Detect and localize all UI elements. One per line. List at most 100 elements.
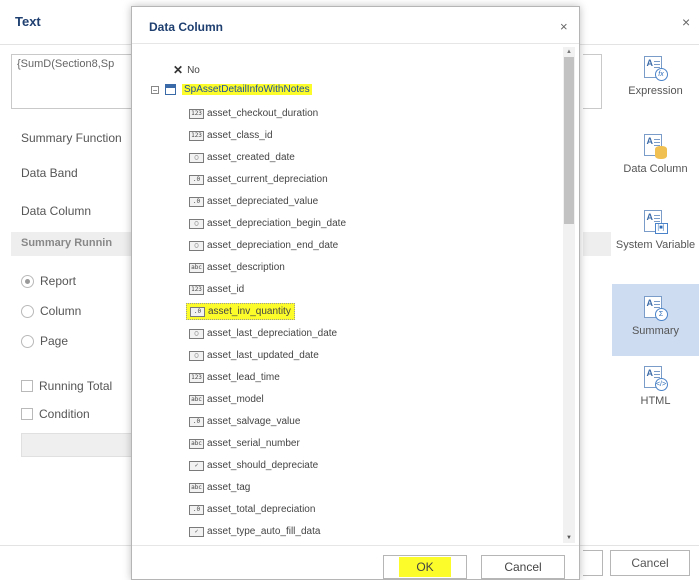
field-item-label: asset_lead_time — [207, 372, 280, 383]
field-item-asset-tag[interactable]: abc asset_tag — [189, 482, 250, 493]
field-item-label: asset_class_id — [207, 130, 273, 141]
field-item-asset-depreciated-value[interactable]: .0 asset_depreciated_value — [189, 196, 318, 207]
date-type-icon: ▢ — [189, 152, 204, 163]
no-x-icon: ✕ — [173, 63, 184, 77]
running-total-label: Running Total — [39, 379, 113, 393]
cancel-button[interactable]: Cancel — [481, 555, 565, 579]
summary-running-section-edge — [583, 232, 611, 256]
condition-checkbox-row[interactable]: Condition — [21, 407, 90, 421]
field-item-label: asset_total_depreciation — [207, 504, 316, 515]
field-item-asset-model[interactable]: abc asset_model — [189, 394, 264, 405]
field-item-label: asset_depreciated_value — [207, 196, 319, 207]
table-icon — [165, 84, 176, 95]
toolbar-expression-label: Expression — [628, 85, 683, 97]
radio-column[interactable]: Column — [21, 304, 81, 318]
tree-scrollbar[interactable]: ▲ ▼ — [563, 47, 575, 543]
text-dialog-cancel-button[interactable]: Cancel — [610, 550, 690, 576]
summary-running-section: Summary Runnin — [11, 232, 138, 256]
field-item-asset-salvage-value[interactable]: .0 asset_salvage_value — [189, 416, 300, 427]
condition-checkbox[interactable] — [21, 408, 33, 420]
radio-column-indicator[interactable] — [21, 304, 34, 318]
str-type-icon: abc — [189, 482, 204, 493]
toolbar-system-variable-label: System Variable — [615, 239, 696, 251]
field-item-asset-class-id[interactable]: 123 asset_class_id — [189, 130, 273, 141]
radio-page-indicator[interactable] — [21, 334, 34, 348]
data-band-label: Data Band — [21, 166, 78, 180]
field-item-asset-inv-quantity[interactable]: .0 asset_inv_quantity — [186, 303, 295, 320]
toolbar-html-label: HTML — [640, 395, 671, 407]
tree-item-no[interactable]: ✕ No — [173, 63, 200, 77]
toolbar-expression[interactable]: A fx Expression — [612, 52, 699, 112]
text-dialog-close-icon[interactable]: × — [682, 14, 690, 30]
scroll-thumb[interactable] — [564, 57, 574, 224]
field-item-label: asset_serial_number — [207, 438, 300, 449]
field-item-label: asset_model — [207, 394, 264, 405]
field-item-label: asset_type_auto_fill_data — [207, 526, 321, 537]
field-item-asset-created-date[interactable]: ▢ asset_created_date — [189, 152, 295, 163]
data-column-dialog-header-divider — [132, 43, 579, 44]
dec-type-icon: .0 — [190, 306, 205, 317]
field-item-label: asset_last_depreciation_date — [207, 328, 338, 339]
field-item-label: asset_current_depreciation — [207, 174, 328, 185]
tree-root-node[interactable]: − SpAssetDetailInfoWithNotes — [151, 84, 312, 95]
dec-type-icon: .0 — [189, 174, 204, 185]
bool-type-icon: ✓ — [189, 526, 204, 537]
field-item-asset-should-depreciate[interactable]: ✓ asset_should_depreciate — [189, 460, 318, 471]
toolbar-data-column-label: Data Column — [623, 163, 688, 175]
expression-textarea[interactable]: {SumD(Section8,Sp — [11, 54, 138, 109]
toolbar-data-column[interactable]: A Data Column — [612, 130, 699, 188]
summary-icon: A Σ — [643, 296, 669, 322]
field-item-asset-depreciation-begin-date[interactable]: ▢ asset_depreciation_begin_date — [189, 218, 346, 229]
date-type-icon: ▢ — [189, 350, 204, 361]
field-item-label: asset_depreciation_begin_date — [207, 218, 346, 229]
radio-page[interactable]: Page — [21, 334, 68, 348]
condition-input[interactable] — [21, 433, 133, 457]
field-item-asset-current-depreciation[interactable]: .0 asset_current_depreciation — [189, 174, 328, 185]
str-type-icon: abc — [189, 394, 204, 405]
expression-textarea-edge — [583, 54, 602, 109]
running-total-checkbox[interactable] — [21, 380, 33, 392]
scroll-up-arrow-icon[interactable]: ▲ — [563, 47, 575, 57]
field-item-label: asset_last_updated_date — [207, 350, 319, 361]
int-type-icon: 123 — [189, 130, 204, 141]
int-type-icon: 123 — [189, 284, 204, 295]
field-item-asset-last-depreciation-date[interactable]: ▢ asset_last_depreciation_date — [189, 328, 337, 339]
str-type-icon: abc — [189, 438, 204, 449]
radio-report[interactable]: Report — [21, 274, 76, 288]
field-item-asset-serial-number[interactable]: abc asset_serial_number — [189, 438, 300, 449]
radio-column-label: Column — [40, 304, 82, 318]
condition-label: Condition — [39, 407, 90, 421]
toolbar-summary[interactable]: A Σ Summary — [612, 284, 699, 356]
collapse-icon[interactable]: − — [151, 85, 159, 94]
field-item-asset-description[interactable]: abc asset_description — [189, 262, 285, 273]
data-column-tree: ✕ No − SpAssetDetailInfoWithNotes 123 ass… — [142, 51, 562, 545]
scroll-down-arrow-icon[interactable]: ▼ — [563, 533, 575, 543]
toolbar-summary-label: Summary — [631, 325, 680, 337]
toolbar-html[interactable]: A </> HTML — [612, 362, 699, 420]
expression-icon: A fx — [643, 56, 669, 82]
radio-page-label: Page — [40, 334, 69, 348]
field-item-asset-depreciation-end-date[interactable]: ▢ asset_depreciation_end_date — [189, 240, 338, 251]
field-item-asset-checkout-duration[interactable]: 123 asset_checkout_duration — [189, 108, 318, 119]
data-column-dialog-close-icon[interactable]: × — [560, 19, 568, 34]
int-type-icon: 123 — [189, 372, 204, 383]
field-item-label: asset_tag — [207, 482, 251, 493]
date-type-icon: ▢ — [189, 218, 204, 229]
field-item-asset-type-auto-fill-data[interactable]: ✓ asset_type_auto_fill_data — [189, 526, 320, 537]
field-item-label: asset_created_date — [207, 152, 295, 163]
field-item-asset-total-depreciation[interactable]: .0 asset_total_depreciation — [189, 504, 315, 515]
running-total-checkbox-row[interactable]: Running Total — [21, 379, 112, 393]
ok-button[interactable]: OK — [383, 555, 467, 579]
system-variable-icon: A [■] — [643, 210, 669, 236]
radio-report-indicator[interactable] — [21, 274, 34, 288]
summary-running-label: Summary Runnin — [21, 237, 113, 249]
text-dialog-title: Text — [15, 14, 41, 29]
data-column-dialog: Data Column × ✕ No − SpAssetDetailInfoWi… — [131, 6, 580, 580]
field-item-asset-id[interactable]: 123 asset_id — [189, 284, 244, 295]
field-item-asset-last-updated-date[interactable]: ▢ asset_last_updated_date — [189, 350, 319, 361]
field-item-label: asset_id — [207, 284, 245, 295]
toolbar-system-variable[interactable]: A [■] System Variable — [612, 206, 699, 282]
dec-type-icon: .0 — [189, 504, 204, 515]
field-item-asset-lead-time[interactable]: 123 asset_lead_time — [189, 372, 280, 383]
tree-root-label: SpAssetDetailInfoWithNotes — [182, 84, 312, 95]
